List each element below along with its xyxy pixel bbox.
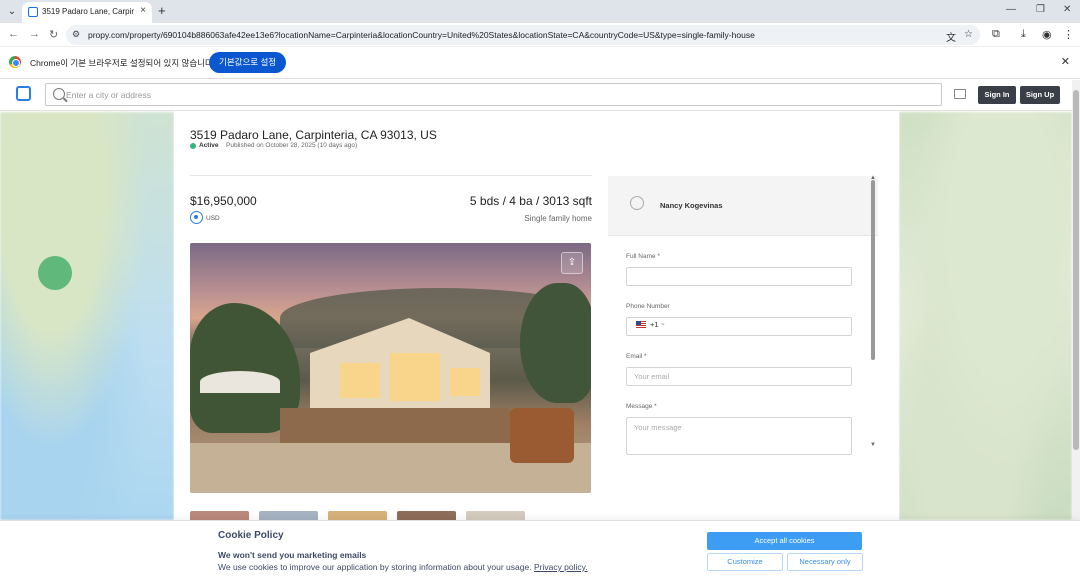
published-date: Published on October 28, 2025 (10 days a…: [226, 142, 358, 149]
thumbnail[interactable]: [190, 511, 249, 520]
listing-specs: 5 bds / 4 ba / 3013 sqft: [469, 194, 592, 208]
listing-status: Active: [199, 142, 219, 149]
translate-icon[interactable]: 文: [946, 29, 956, 44]
listing-price: $16,950,000: [190, 194, 257, 208]
tab-title: 3519 Padaro Lane, Carpinteria: [42, 7, 134, 16]
message-field[interactable]: [626, 417, 852, 455]
full-name-field[interactable]: [626, 267, 852, 286]
chrome-logo-icon: [9, 56, 21, 68]
customize-button[interactable]: Customize: [707, 553, 783, 571]
privacy-policy-link[interactable]: Privacy policy.: [534, 562, 588, 572]
thumbnail[interactable]: [466, 511, 525, 520]
site-info-icon[interactable]: ⚙: [72, 29, 80, 40]
share-icon[interactable]: ⇪: [561, 252, 583, 274]
form-scrollbar[interactable]: [871, 180, 875, 360]
chevron-down-icon[interactable]: ⌄: [660, 319, 666, 327]
back-icon[interactable]: ←: [8, 28, 19, 40]
agent-name: Nancy Kogevinas: [660, 201, 723, 210]
listing-address: 3519 Padaro Lane, Carpinteria, CA 93013,…: [190, 128, 437, 142]
browser-tabbar: ⌄ 3519 Padaro Lane, Carpinteria × + — ❐ …: [0, 0, 1080, 23]
status-dot-icon: [190, 143, 196, 149]
tab-close-icon[interactable]: ×: [140, 5, 146, 16]
infobar-text: Chrome이 기본 브라우저로 설정되어 있지 않습니다: [30, 58, 213, 68]
necessary-only-button[interactable]: Necessary only: [787, 553, 863, 571]
email-label: Email *: [626, 353, 647, 360]
thumbnail[interactable]: [259, 511, 318, 520]
map-left[interactable]: [0, 112, 174, 520]
agent-avatar-icon: [630, 196, 644, 210]
currency-radio-icon[interactable]: [190, 211, 203, 224]
currency-label: USD: [206, 215, 220, 222]
property-type: Single family home: [524, 214, 592, 223]
scroll-down-icon[interactable]: ▼: [870, 442, 876, 448]
email-field[interactable]: [626, 367, 852, 386]
cookie-text: We use cookies to improve our applicatio…: [218, 562, 588, 572]
set-default-button[interactable]: 기본값으로 설정: [209, 52, 287, 73]
extensions-icon[interactable]: ⧉: [992, 28, 1000, 41]
thumbnail[interactable]: [397, 511, 456, 520]
url-bar[interactable]: ⚙ propy.com/property/690104b886063afe42e…: [66, 25, 980, 45]
page-scrollbar[interactable]: [1072, 80, 1080, 520]
tab-search-icon[interactable]: ⌄: [4, 4, 20, 20]
property-photo[interactable]: ⇪: [190, 243, 591, 493]
sign-up-button[interactable]: Sign Up: [1020, 86, 1060, 104]
browser-tab[interactable]: 3519 Padaro Lane, Carpinteria ×: [22, 2, 152, 23]
cookie-title: Cookie Policy: [218, 530, 284, 541]
divider: [190, 175, 592, 176]
forward-icon[interactable]: →: [29, 28, 40, 40]
default-browser-infobar: Chrome이 기본 브라우저로 설정되어 있지 않습니다 기본값으로 설정 ✕: [0, 47, 1080, 79]
phone-label: Phone Number: [626, 303, 670, 310]
thumbnail[interactable]: [328, 511, 387, 520]
minimize-icon[interactable]: —: [1006, 4, 1016, 15]
download-icon[interactable]: ⤓: [1021, 28, 1026, 41]
accept-cookies-button[interactable]: Accept all cookies: [707, 532, 862, 550]
window-close-icon[interactable]: ✕: [1063, 4, 1071, 15]
search-input[interactable]: [66, 87, 926, 102]
phone-country-code[interactable]: +1: [650, 320, 659, 329]
us-flag-icon[interactable]: [636, 321, 646, 328]
cookie-description: We use cookies to improve our applicatio…: [218, 562, 532, 572]
new-tab-icon[interactable]: +: [158, 3, 166, 18]
cookie-banner: Cookie Policy We won't send you marketin…: [0, 520, 1080, 581]
site-search-box[interactable]: [45, 83, 942, 106]
agent-card: Nancy Kogevinas: [608, 176, 878, 236]
reload-icon[interactable]: ↻: [49, 28, 58, 41]
site-favicon-icon: [28, 7, 38, 17]
map-right[interactable]: [899, 112, 1072, 520]
site-header: Sign In Sign Up: [0, 80, 1072, 111]
sign-in-button[interactable]: Sign In: [978, 86, 1016, 104]
bookmark-star-icon[interactable]: ☆: [964, 29, 973, 40]
full-name-label: Full Name *: [626, 253, 660, 260]
infobar-close-icon[interactable]: ✕: [1061, 55, 1070, 68]
more-menu-icon[interactable]: ⋮: [1063, 28, 1074, 41]
folder-icon[interactable]: [954, 89, 966, 99]
search-icon: [53, 88, 65, 100]
browser-addressbar: ← → ↻ ⚙ propy.com/property/690104b886063…: [0, 23, 1080, 47]
page-scroll-thumb[interactable]: [1073, 90, 1079, 450]
listing-panel: 3519 Padaro Lane, Carpinteria, CA 93013,…: [174, 112, 899, 520]
cookie-subtitle: We won't send you marketing emails: [218, 550, 367, 560]
propy-logo-icon[interactable]: [16, 86, 31, 101]
message-label: Message *: [626, 403, 657, 410]
profile-icon[interactable]: ◉: [1042, 28, 1052, 41]
restore-icon[interactable]: ❐: [1036, 4, 1045, 15]
url-text[interactable]: propy.com/property/690104b886063afe42ee1…: [88, 30, 755, 40]
map-marker[interactable]: [38, 256, 72, 290]
